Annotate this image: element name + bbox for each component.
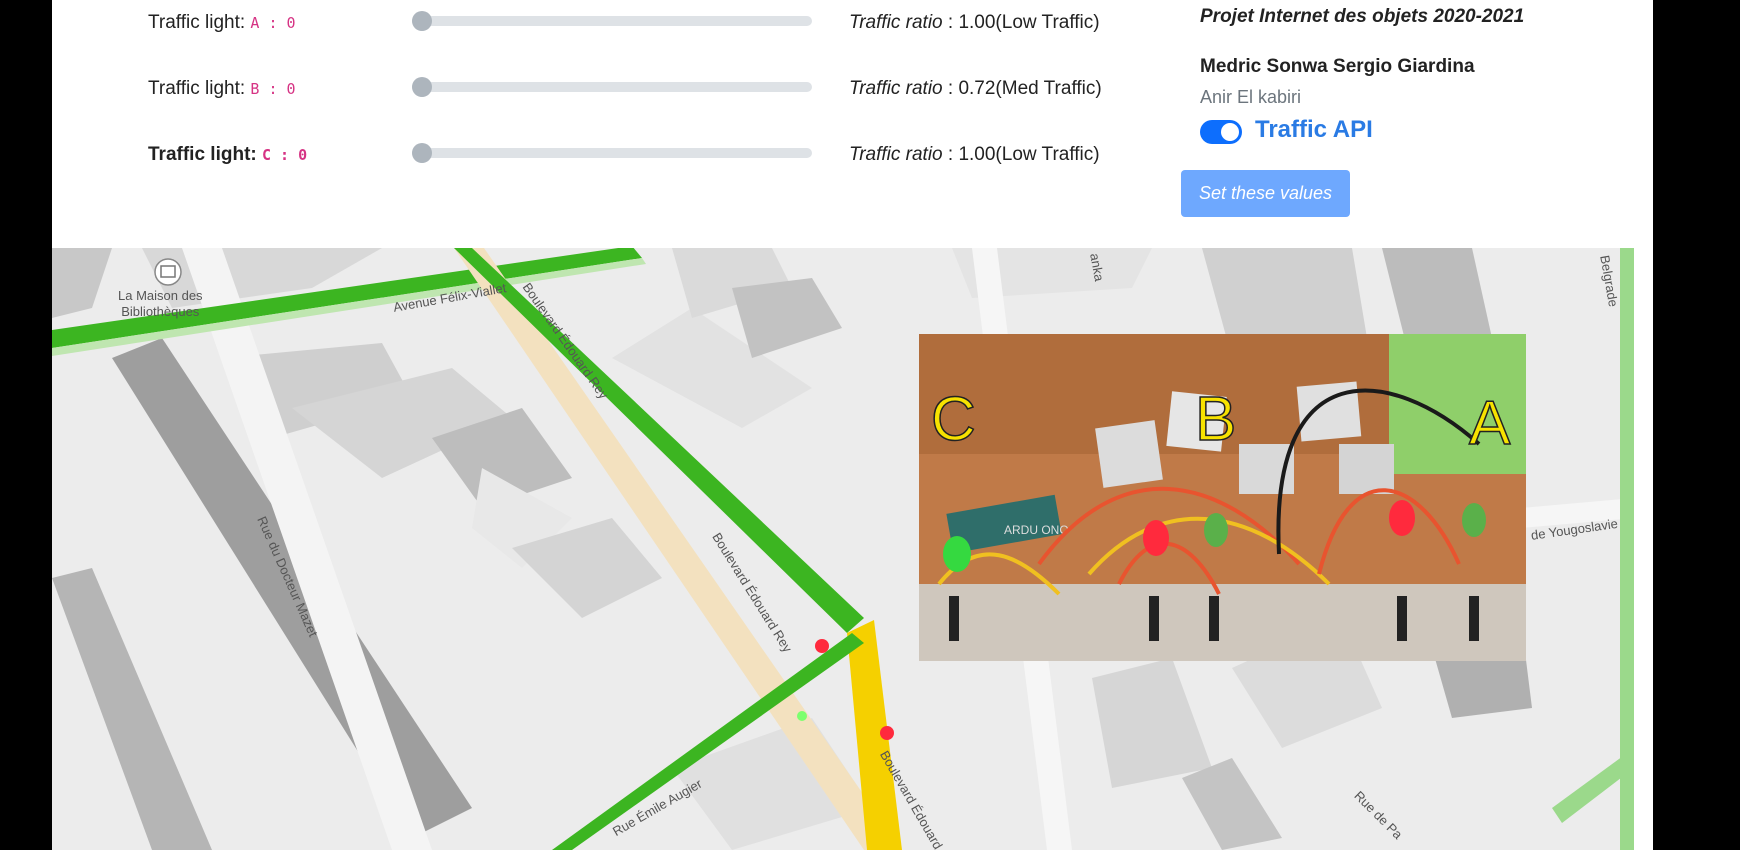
board-text: ARDU ONO <box>1004 523 1069 537</box>
traffic-light-a-slider[interactable] <box>412 11 812 31</box>
traffic-ratio-c-value: : 1.00(Low Traffic) <box>942 144 1100 165</box>
traffic-api-toggle[interactable] <box>1200 120 1242 144</box>
authors-line-1: Medric Sonwa Sergio Giardina <box>1200 56 1475 77</box>
breadboard-photo-svg: ARDU ONO C B A <box>919 334 1526 661</box>
photo-label-c: C <box>931 385 976 454</box>
traffic-light-b-value: 0 <box>286 80 296 98</box>
traffic-ratio-b-value: : 0.72(Med Traffic) <box>942 78 1102 99</box>
led-a-red <box>1389 500 1415 536</box>
traffic-light-a-slider-knob[interactable] <box>412 11 432 31</box>
traffic-light-c-slider-knob[interactable] <box>412 143 432 163</box>
breadboard-photo: ARDU ONO C B A <box>919 334 1526 661</box>
traffic-ratio-a-label: Traffic ratio <box>849 12 943 33</box>
toggle-knob <box>1221 123 1239 141</box>
traffic-light-c-label: Traffic light: C : 0 <box>148 144 307 166</box>
traffic-light-a-value: 0 <box>286 14 296 32</box>
led-b-red <box>1143 520 1169 556</box>
authors-line-2: Anir El kabiri <box>1200 87 1302 107</box>
poi-label-line-2: Bibliothèques <box>121 304 200 319</box>
control-panel: Traffic light: A : 0 Traffic ratio : 1.0… <box>52 0 1634 248</box>
traffic-ratio-c: Traffic ratio : 1.00(Low Traffic) <box>849 144 1100 166</box>
traffic-light-a-sep: : <box>259 14 287 32</box>
traffic-light-c-value: 0 <box>298 146 308 164</box>
photo-label-b: B <box>1195 385 1236 454</box>
traffic-ratio-c-label: Traffic ratio <box>849 144 943 165</box>
traffic-light-a-prefix: Traffic light: <box>148 12 251 33</box>
traffic-light-b-label: Traffic light: B : 0 <box>148 78 296 100</box>
traffic-light-c-slider[interactable] <box>412 143 812 163</box>
traffic-ratio-a: Traffic ratio : 1.00(Low Traffic) <box>849 12 1100 34</box>
traffic-ratio-a-value: : 1.00(Low Traffic) <box>942 12 1100 33</box>
traffic-light-b-prefix: Traffic light: <box>148 78 251 99</box>
map-view[interactable]: La Maison des Bibliothèques Avenue Félix… <box>52 248 1634 850</box>
traffic-api-label: Traffic API <box>1255 116 1373 143</box>
traffic-ratio-b-label: Traffic ratio <box>849 78 943 99</box>
project-title: Projet Internet des objets 2020-2021 <box>1200 6 1525 27</box>
traffic-light-a-label: Traffic light: A : 0 <box>148 12 296 34</box>
traffic-light-c-sep: : <box>271 146 299 164</box>
page: Traffic light: A : 0 Traffic ratio : 1.0… <box>52 0 1653 850</box>
photo-label-a: A <box>1469 389 1511 458</box>
traffic-light-b-sep: : <box>259 80 287 98</box>
led-b-green <box>1204 513 1228 547</box>
led-c-green <box>943 536 971 572</box>
poi-label: La Maison des Bibliothèques <box>118 288 203 320</box>
set-values-button[interactable]: Set these values <box>1181 170 1350 217</box>
traffic-light-b-slider[interactable] <box>412 77 812 97</box>
traffic-ratio-b: Traffic ratio : 0.72(Med Traffic) <box>849 78 1102 100</box>
led-a-green <box>1462 503 1486 537</box>
poi-label-line-1: La Maison des <box>118 288 203 303</box>
traffic-light-c-prefix: Traffic light: <box>148 144 262 165</box>
traffic-light-b-slider-knob[interactable] <box>412 77 432 97</box>
traffic-light-c-id: C <box>262 146 272 164</box>
